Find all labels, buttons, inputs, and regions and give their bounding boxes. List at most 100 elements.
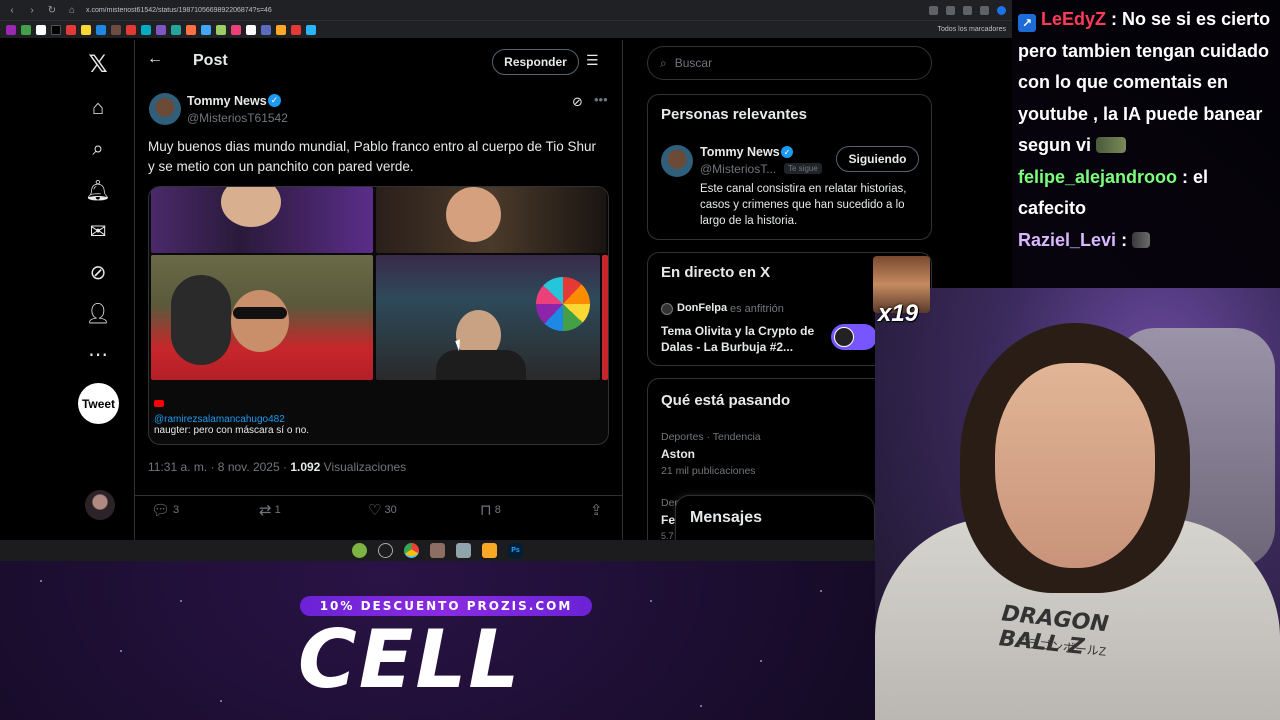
more-icon[interactable]: ⋯ — [84, 340, 112, 368]
host-avatar-icon — [661, 303, 673, 315]
extension-icon[interactable] — [929, 5, 938, 15]
extension-icon[interactable] — [946, 5, 955, 15]
bookmark-icon[interactable] — [96, 24, 106, 35]
bookmark-icon[interactable] — [156, 24, 166, 35]
reply-button[interactable]: Responder — [492, 49, 579, 75]
bookmark-icon[interactable] — [231, 24, 241, 35]
filter-icon[interactable]: ☰ — [586, 52, 599, 69]
bookmark-icon[interactable] — [171, 24, 181, 35]
forward-icon[interactable]: › — [26, 5, 38, 16]
chat-user: Raziel_Levi — [1018, 229, 1117, 250]
photoshop-icon[interactable]: Ps — [508, 543, 523, 558]
youtube-icon — [154, 400, 164, 407]
profile-icon[interactable]: 👤︎ — [84, 299, 112, 327]
search-icon[interactable]: ⌕ — [84, 135, 112, 163]
chrome-icon[interactable] — [404, 543, 419, 558]
trend-name[interactable]: Aston — [661, 447, 695, 461]
chat-line: ↗ LeEdyZ : No se si es cierto pero tambi… — [1018, 4, 1276, 162]
trend-name[interactable]: Fe — [661, 513, 675, 527]
bookmark-icon[interactable] — [261, 24, 271, 35]
live-listeners[interactable] — [831, 324, 877, 350]
profile-icon[interactable] — [997, 5, 1006, 15]
reload-icon[interactable]: ↻ — [46, 5, 58, 16]
chat-text: : No se si es cierto pero tambien tengan… — [1018, 9, 1271, 155]
bookmark-icon: ⊓ — [480, 502, 492, 519]
bookmark-icon[interactable] — [276, 24, 286, 35]
bookmark-action[interactable]: ⊓ 8 — [480, 496, 501, 524]
app-icon[interactable] — [352, 543, 367, 558]
grok-explain-icon[interactable]: ⊘ — [572, 94, 583, 110]
emote-icon — [1096, 137, 1127, 153]
chat-line: Raziel_Levi : — [1018, 225, 1276, 257]
listener-avatar — [834, 327, 854, 347]
app-icon[interactable] — [378, 543, 393, 558]
bookmark-icon[interactable] — [291, 24, 301, 35]
author-name[interactable]: Tommy News — [187, 94, 267, 108]
back-icon[interactable]: ‹ — [6, 5, 18, 16]
promo-brand-logo: CELL — [298, 613, 522, 706]
star-dot — [40, 580, 42, 582]
app-icon[interactable] — [456, 543, 471, 558]
bookmark-icon[interactable] — [111, 24, 121, 35]
address-bar[interactable]: x.com/misteriost61542/status/19871056698… — [86, 7, 921, 14]
bookmark-icon[interactable] — [186, 24, 196, 35]
relevant-handle[interactable]: @MisteriosT... — [700, 162, 776, 176]
home-icon[interactable]: ⌂ — [84, 94, 112, 122]
bookmark-icon[interactable] — [51, 24, 61, 35]
bookmark-icon[interactable] — [66, 24, 76, 35]
shirt-shape — [436, 350, 526, 380]
extension-icon[interactable] — [963, 5, 972, 15]
tweet-button[interactable]: Tweet — [78, 383, 119, 424]
bookmark-icon[interactable] — [306, 24, 316, 35]
chat-line: felipe_alejandrooo : el cafecito — [1018, 162, 1276, 225]
bookmark-icon[interactable] — [246, 24, 256, 35]
live-topic[interactable]: Tema Olivita y la Crypto de Dalas - La B… — [661, 323, 826, 355]
like-action[interactable]: ♡ 30 — [368, 496, 397, 524]
post-text: Muy buenos dias mundo mundial, Pablo fra… — [148, 139, 597, 174]
grok-icon[interactable]: ⊘ — [84, 258, 112, 286]
more-options-icon[interactable]: ••• — [594, 92, 608, 107]
video-frame — [151, 187, 373, 253]
bookmark-icon[interactable] — [6, 24, 16, 35]
home-icon[interactable]: ⌂ — [66, 5, 78, 16]
app-icon[interactable] — [430, 543, 445, 558]
relevant-avatar[interactable] — [661, 145, 693, 177]
live-host[interactable]: DonFelpa — [677, 302, 727, 314]
all-bookmarks-folder[interactable]: Todos los marcadores — [938, 26, 1006, 33]
messages-icon[interactable]: ✉ — [84, 217, 112, 245]
timestamp-text[interactable]: 11:31 a. m. · 8 nov. 2025 · — [148, 460, 290, 474]
browser-window: ‹ › ↻ ⌂ x.com/misteriost61542/status/198… — [0, 0, 1012, 540]
bookmark-icon[interactable] — [216, 24, 226, 35]
author-avatar[interactable] — [149, 93, 181, 125]
chat-text: : — [1116, 229, 1133, 250]
messages-drawer[interactable]: Mensajes — [675, 495, 875, 540]
search-input[interactable]: ⌕ Buscar — [647, 46, 932, 80]
x-logo-icon[interactable]: 𝕏 — [84, 50, 112, 78]
account-avatar[interactable] — [85, 490, 115, 520]
post-header: ← Post Responder ☰ — [135, 40, 623, 84]
following-button[interactable]: Siguiendo — [836, 146, 919, 172]
share-action[interactable]: ⇪ — [590, 496, 603, 524]
post-video[interactable]: @ramirezsalamancahugo482 naugter: pero c… — [148, 186, 609, 445]
star-dot — [650, 600, 652, 602]
bookmark-icon[interactable] — [141, 24, 151, 35]
chat-user: felipe_alejandrooo — [1018, 166, 1178, 187]
bookmark-icon[interactable] — [201, 24, 211, 35]
emote-icon — [1132, 231, 1151, 248]
extension-icon[interactable] — [980, 5, 989, 15]
bookmark-icon[interactable] — [126, 24, 136, 35]
reply-action[interactable]: 💬︎ 3 — [151, 496, 179, 524]
bookmark-icon[interactable] — [36, 24, 46, 35]
back-arrow-icon[interactable]: ← — [147, 50, 163, 68]
bookmark-icon[interactable] — [81, 24, 91, 35]
trend-category: Deportes · Tendencia — [661, 431, 761, 443]
folder-icon[interactable] — [482, 543, 497, 558]
video-frame — [602, 255, 608, 380]
chat-user: LeEdyZ — [1041, 9, 1107, 29]
repost-action[interactable]: ⇄ 1 — [259, 496, 281, 524]
notifications-icon[interactable]: 🔔︎ — [84, 176, 112, 204]
bookmark-icon[interactable] — [21, 24, 31, 35]
relevant-name[interactable]: Tommy News — [700, 145, 780, 159]
author-handle[interactable]: @MisteriosT61542 — [187, 111, 288, 125]
left-navigation: 𝕏 ⌂ ⌕ 🔔︎ ✉ ⊘ 👤︎ ⋯ Tweet — [0, 40, 135, 540]
